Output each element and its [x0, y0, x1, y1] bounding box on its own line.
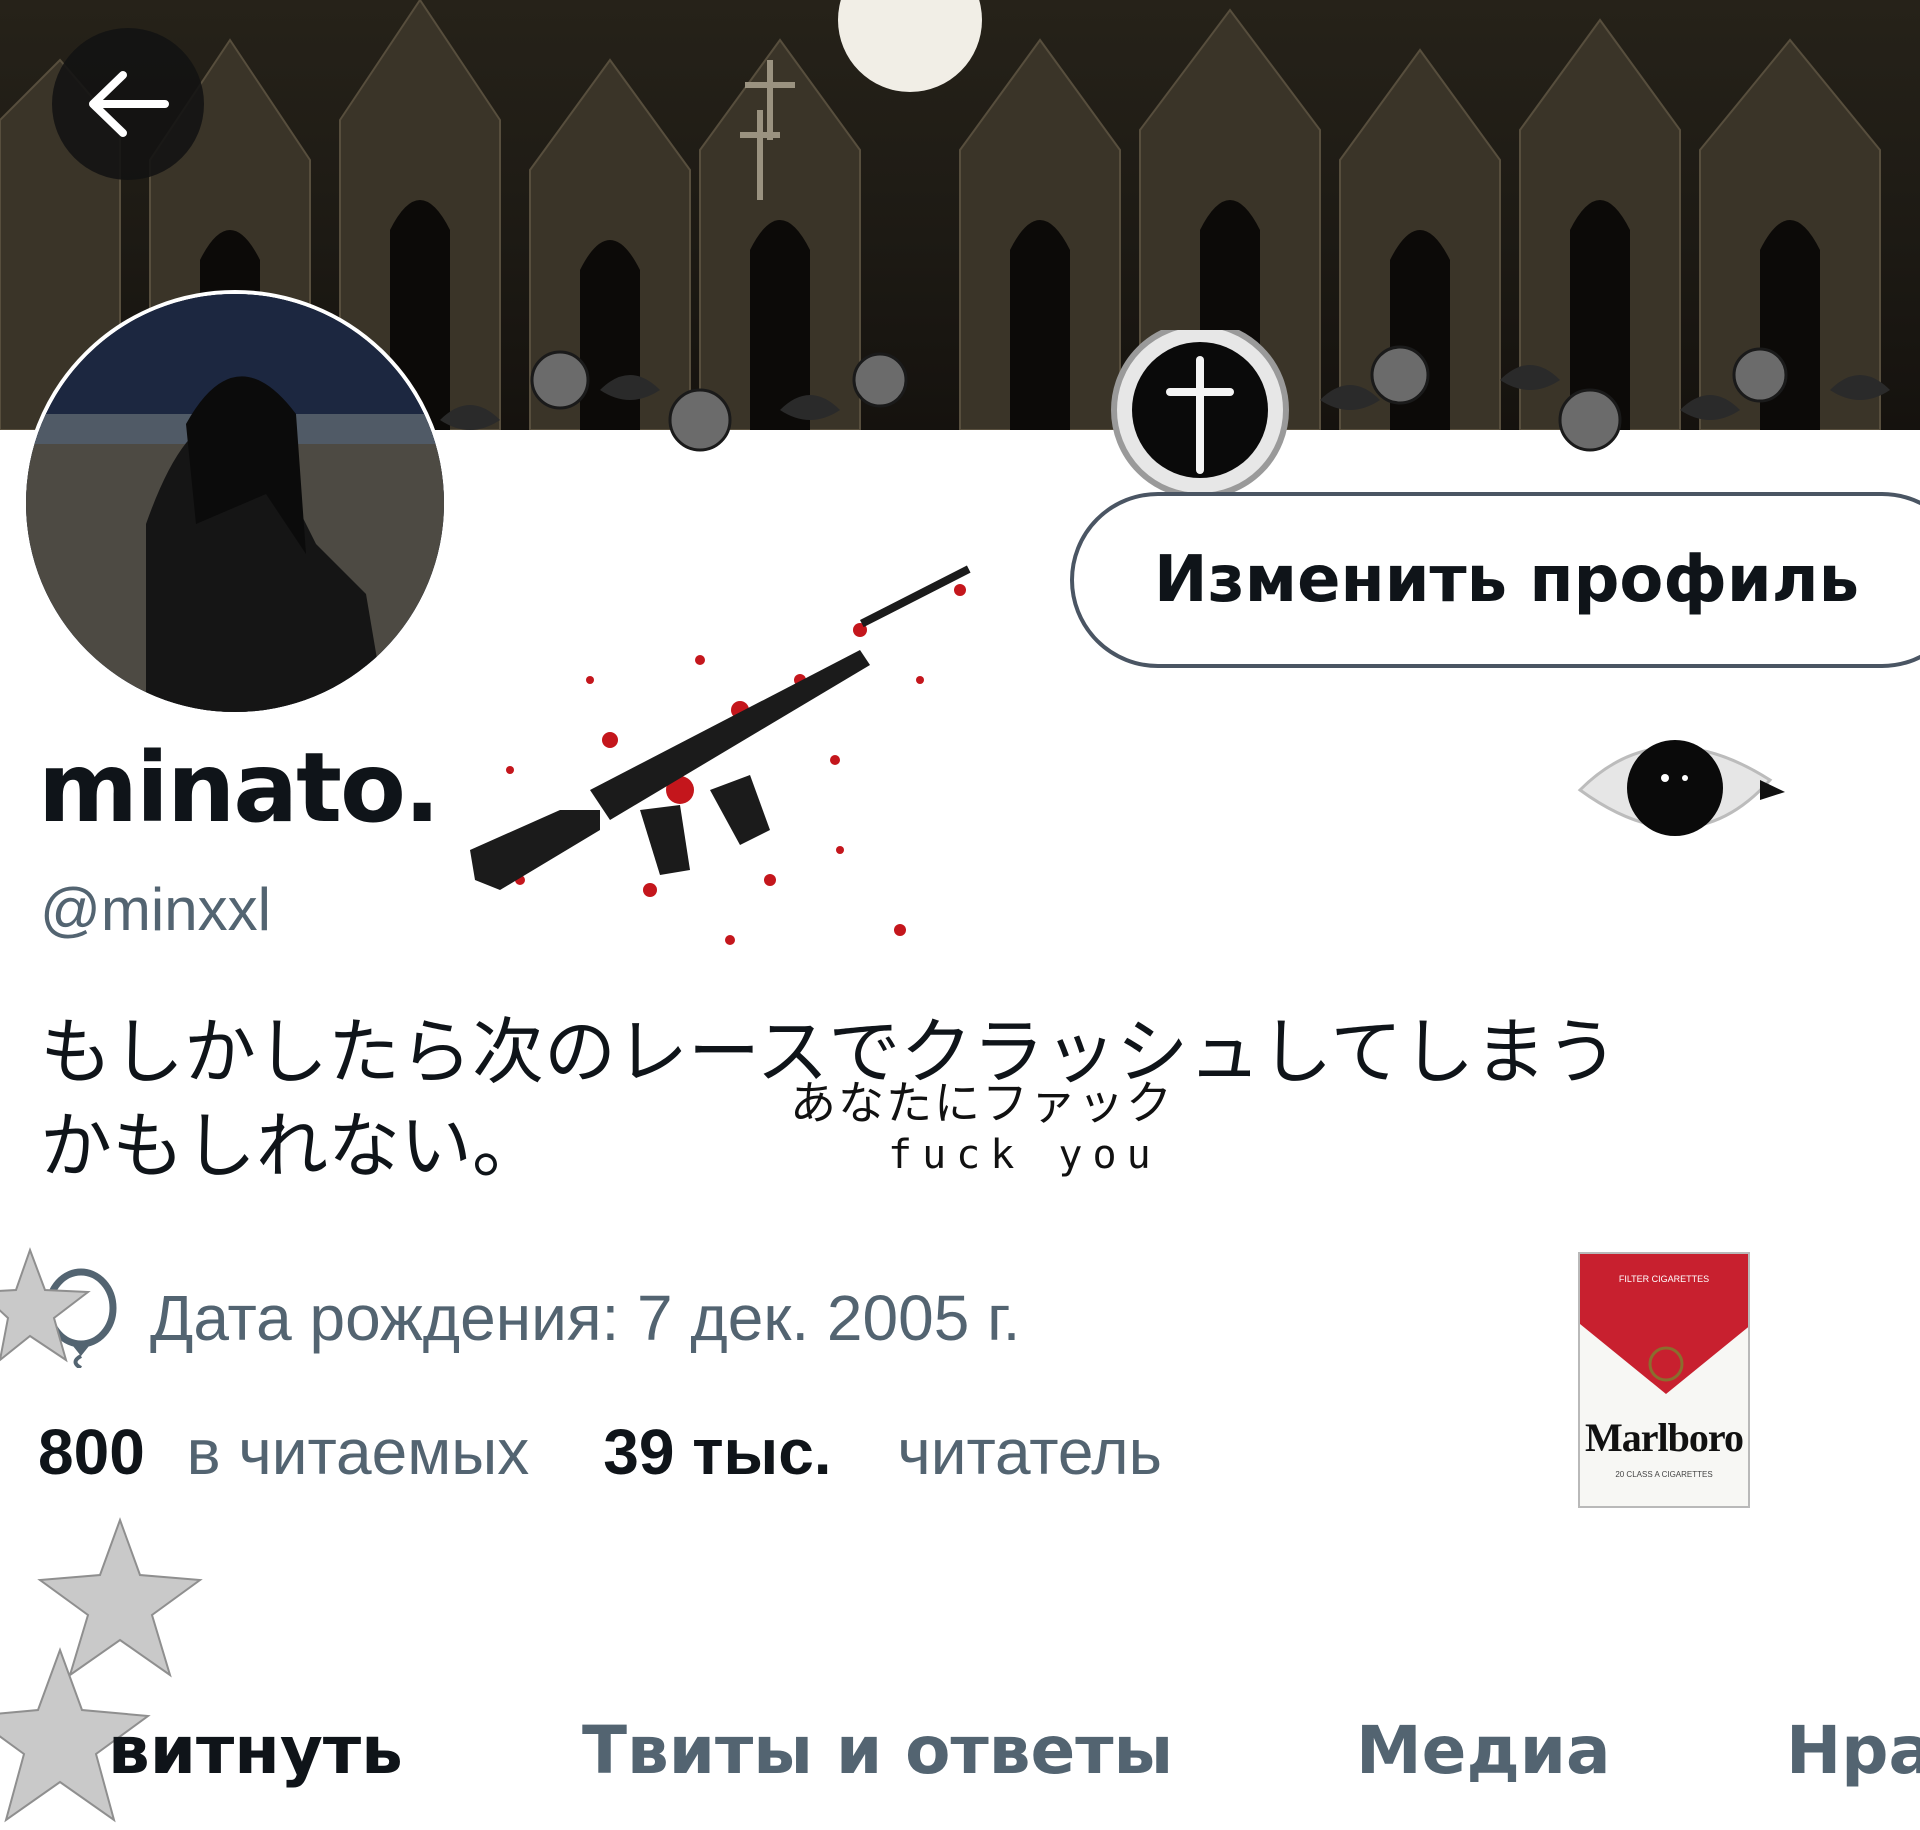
- tab-tweets-and-replies[interactable]: Твиты и ответы: [582, 1718, 1173, 1784]
- tab-likes[interactable]: Нра: [1786, 1718, 1920, 1784]
- rifle-blood-sticker: [470, 565, 971, 945]
- arrow-left-icon: [89, 71, 169, 137]
- birthdate-text: Дата рождения: 7 дек. 2005 г.: [150, 1282, 1021, 1354]
- following-label: в читаемых: [186, 1416, 530, 1488]
- profile-tabs: витнуть Твиты и ответы Медиа Нра: [0, 1700, 1920, 1804]
- followers-link[interactable]: 39 тыс. читатель: [603, 1415, 1162, 1489]
- edit-profile-button[interactable]: Изменить профиль: [1070, 492, 1920, 668]
- cig-brand: Marlboro: [1585, 1415, 1744, 1460]
- edit-profile-label: Изменить профиль: [1154, 543, 1860, 617]
- back-button[interactable]: [52, 28, 204, 180]
- followers-label: читатель: [897, 1416, 1162, 1488]
- marlboro-pack-sticker: FILTER CIGARETTES Marlboro 20 CLASS A CI…: [1578, 1252, 1750, 1508]
- tab-tweets[interactable]: витнуть: [108, 1718, 403, 1784]
- eye-sticker: [1577, 740, 1785, 836]
- cig-top-label: FILTER CIGARETTES: [1618, 1274, 1710, 1284]
- display-name: minato.: [38, 732, 440, 844]
- profile-handle: @minxxl: [40, 876, 271, 943]
- cig-bottom-label: 20 CLASS A CIGARETTES: [1615, 1470, 1713, 1479]
- sticker-en-text: fuck you: [888, 1132, 1161, 1178]
- avatar[interactable]: [22, 290, 448, 716]
- avatar-photo: [26, 294, 444, 712]
- followers-count: 39 тыс.: [603, 1416, 832, 1488]
- sticker-jp-text: あなたにファック: [790, 1076, 1174, 1130]
- tab-media[interactable]: Медиа: [1356, 1718, 1611, 1784]
